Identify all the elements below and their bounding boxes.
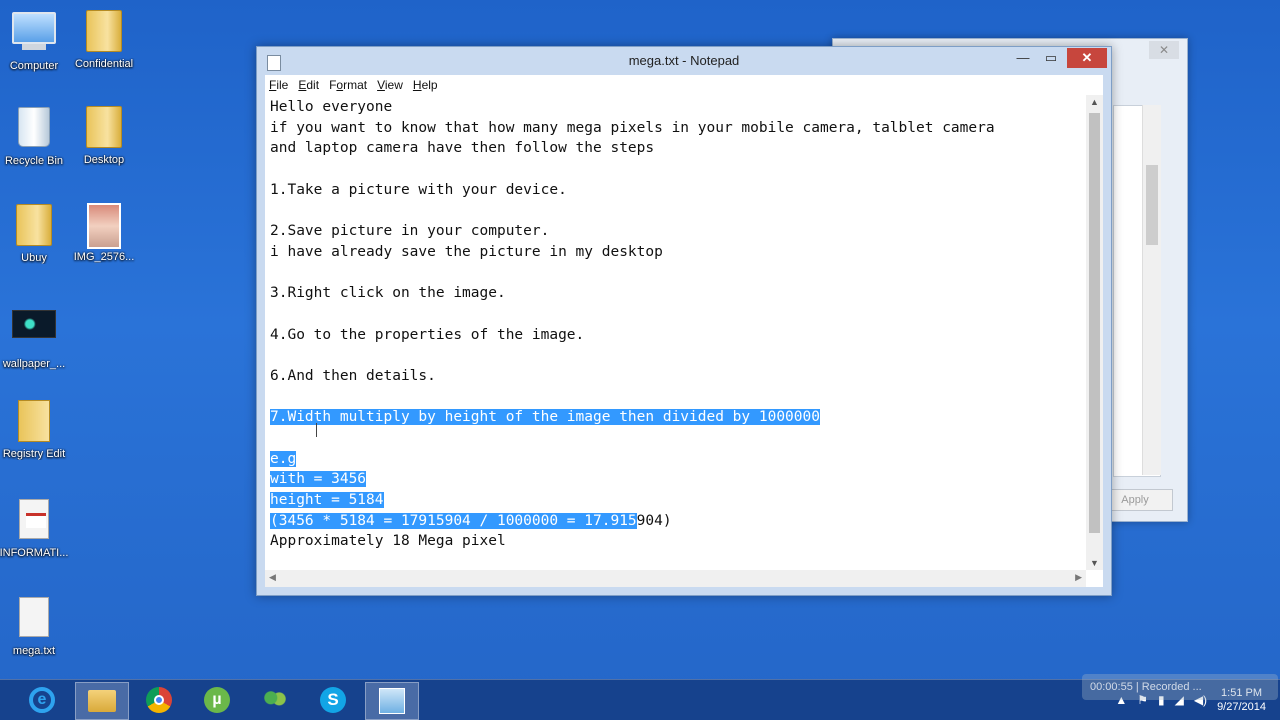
text-file-icon: [12, 597, 56, 641]
text-line[interactable]: Hello everyone: [270, 97, 1081, 118]
desktop-icon-img[interactable]: IMG_2576...: [66, 202, 142, 263]
text-line[interactable]: 4.Go to the properties of the image.: [270, 325, 1081, 346]
utorrent-icon: µ: [204, 687, 230, 713]
desktop-icon-label: Ubuy: [21, 252, 47, 264]
desktop-icon-label: Recycle Bin: [4, 155, 64, 167]
desktop-icon-label: Desktop: [83, 154, 125, 166]
chrome-icon: [146, 687, 172, 713]
minimize-button[interactable]: —: [1009, 48, 1037, 68]
taskbar-notepad[interactable]: [365, 682, 419, 720]
desktop-icon-label: mega.txt: [12, 645, 56, 657]
wallpaper-thumbnail-icon: [12, 310, 56, 354]
selected-text: 7.Width multiply by height of the image …: [270, 409, 820, 426]
desktop-icon-label: wallpaper_...: [2, 358, 66, 370]
text-line[interactable]: Approximately 18 Mega pixel: [270, 531, 1081, 552]
notepad-icon: [379, 688, 405, 714]
text-editor[interactable]: Hello everyone if you want to know that h…: [265, 95, 1103, 587]
selected-text: with = 3456: [270, 471, 367, 488]
image-thumbnail-icon: [82, 203, 126, 249]
text-line[interactable]: i have already save the picture in my de…: [270, 242, 1081, 263]
selected-text: height = 5184: [270, 492, 384, 509]
desktop-icon-label: Computer: [9, 60, 59, 72]
close-icon[interactable]: ✕: [1149, 41, 1179, 59]
text-line[interactable]: [270, 159, 1081, 180]
text-line[interactable]: if you want to know that how many mega p…: [270, 118, 1081, 139]
menu-help[interactable]: Help: [409, 75, 444, 95]
notepad-window[interactable]: mega.txt - Notepad — ▭ ✕ File Edit Format V…: [256, 46, 1112, 596]
text-line[interactable]: [270, 387, 1081, 408]
vertical-scrollbar[interactable]: [1142, 105, 1161, 475]
scrollbar-thumb[interactable]: [1146, 165, 1158, 245]
skype-icon: S: [320, 687, 346, 713]
mouse-ibeam-cursor: [316, 423, 323, 437]
scroll-down-arrow-icon[interactable]: ▼: [1086, 558, 1103, 568]
folder-icon: [82, 106, 126, 150]
selected-text: e.g: [270, 450, 297, 467]
taskbar-skype[interactable]: S: [307, 682, 359, 718]
desktop-icon-registry-edit[interactable]: Registry Edit: [0, 398, 72, 460]
scroll-up-arrow-icon[interactable]: ▲: [1086, 97, 1103, 107]
folder-icon: [82, 10, 126, 54]
people-icon: [261, 689, 289, 711]
recorder-overlay: 00:00:55 | Recorded ...: [1082, 674, 1278, 700]
desktop-icon-label: Registry Edit: [2, 448, 66, 460]
folder-icon: [12, 204, 56, 248]
menu-bar: File Edit Format View Help: [265, 75, 1103, 96]
document-icon: [12, 499, 56, 543]
desktop-icon-mega-txt[interactable]: mega.txt: [0, 594, 72, 657]
taskbar-file-explorer[interactable]: [75, 682, 129, 720]
close-button[interactable]: ✕: [1067, 48, 1107, 68]
menu-file[interactable]: File: [265, 75, 294, 95]
computer-icon: [12, 12, 56, 56]
text-line[interactable]: (3456 * 5184 = 17915904 / 1000000 = 17.9…: [270, 511, 1081, 532]
desktop-icon-informati[interactable]: INFORMATI...: [0, 496, 72, 559]
desktop-icon-label: INFORMATI...: [0, 547, 69, 559]
taskbar-people[interactable]: [249, 682, 301, 718]
text-line[interactable]: 2.Save picture in your computer.: [270, 221, 1081, 242]
taskbar-chrome[interactable]: [133, 682, 185, 718]
taskbar-utorrent[interactable]: µ: [191, 682, 243, 718]
desktop-icon-confidential[interactable]: Confidential: [66, 8, 142, 70]
scroll-left-arrow-icon[interactable]: ◀: [269, 572, 276, 583]
scroll-right-arrow-icon[interactable]: ▶: [1075, 572, 1082, 583]
file-explorer-icon: [88, 690, 116, 712]
editor-content[interactable]: Hello everyone if you want to know that h…: [270, 97, 1081, 552]
clock-date: 9/27/2014: [1217, 701, 1266, 713]
text-line[interactable]: e.g: [270, 449, 1081, 470]
scrollbar-thumb[interactable]: [1089, 113, 1100, 533]
text-line[interactable]: height = 5184: [270, 490, 1081, 511]
window-title: mega.txt - Notepad: [628, 53, 740, 68]
menu-format[interactable]: Format: [325, 75, 373, 95]
text-line[interactable]: with = 3456: [270, 469, 1081, 490]
text-line[interactable]: [270, 428, 1081, 449]
text-line[interactable]: [270, 304, 1081, 325]
text-line[interactable]: [270, 200, 1081, 221]
internet-explorer-icon: e: [29, 687, 55, 713]
desktop-icon-desktop[interactable]: Desktop: [66, 104, 142, 166]
desktop-icon-label: Confidential: [74, 58, 134, 70]
shortcut-folder-icon: [12, 400, 56, 444]
desktop-icon-ubuy[interactable]: Ubuy: [0, 202, 72, 264]
horizontal-scrollbar[interactable]: ◀ ▶: [265, 570, 1086, 587]
text-line[interactable]: 6.And then details.: [270, 366, 1081, 387]
text-line[interactable]: [270, 345, 1081, 366]
text-line[interactable]: 3.Right click on the image.: [270, 283, 1081, 304]
selected-text: (3456 * 5184 = 17915904 / 1000000 = 17.9…: [270, 512, 637, 529]
menu-view[interactable]: View: [373, 75, 409, 95]
desktop-icon-computer[interactable]: Computer: [0, 8, 72, 72]
text-line[interactable]: 1.Take a picture with your device.: [270, 180, 1081, 201]
vertical-scrollbar[interactable]: ▲ ▼: [1086, 95, 1103, 570]
taskbar-internet-explorer[interactable]: e: [16, 682, 68, 718]
maximize-button[interactable]: ▭: [1037, 48, 1065, 68]
desktop-icon-wallpaper[interactable]: wallpaper_...: [0, 300, 72, 370]
text-line[interactable]: and laptop camera have then follow the s…: [270, 138, 1081, 159]
menu-edit[interactable]: Edit: [294, 75, 325, 95]
recycle-bin-icon: [12, 107, 56, 151]
desktop-icon-recycle-bin[interactable]: Recycle Bin: [0, 104, 72, 167]
desktop-icon-label: IMG_2576...: [73, 251, 135, 263]
text-line[interactable]: 7.Width multiply by height of the image …: [270, 407, 1081, 428]
text-line[interactable]: [270, 263, 1081, 284]
